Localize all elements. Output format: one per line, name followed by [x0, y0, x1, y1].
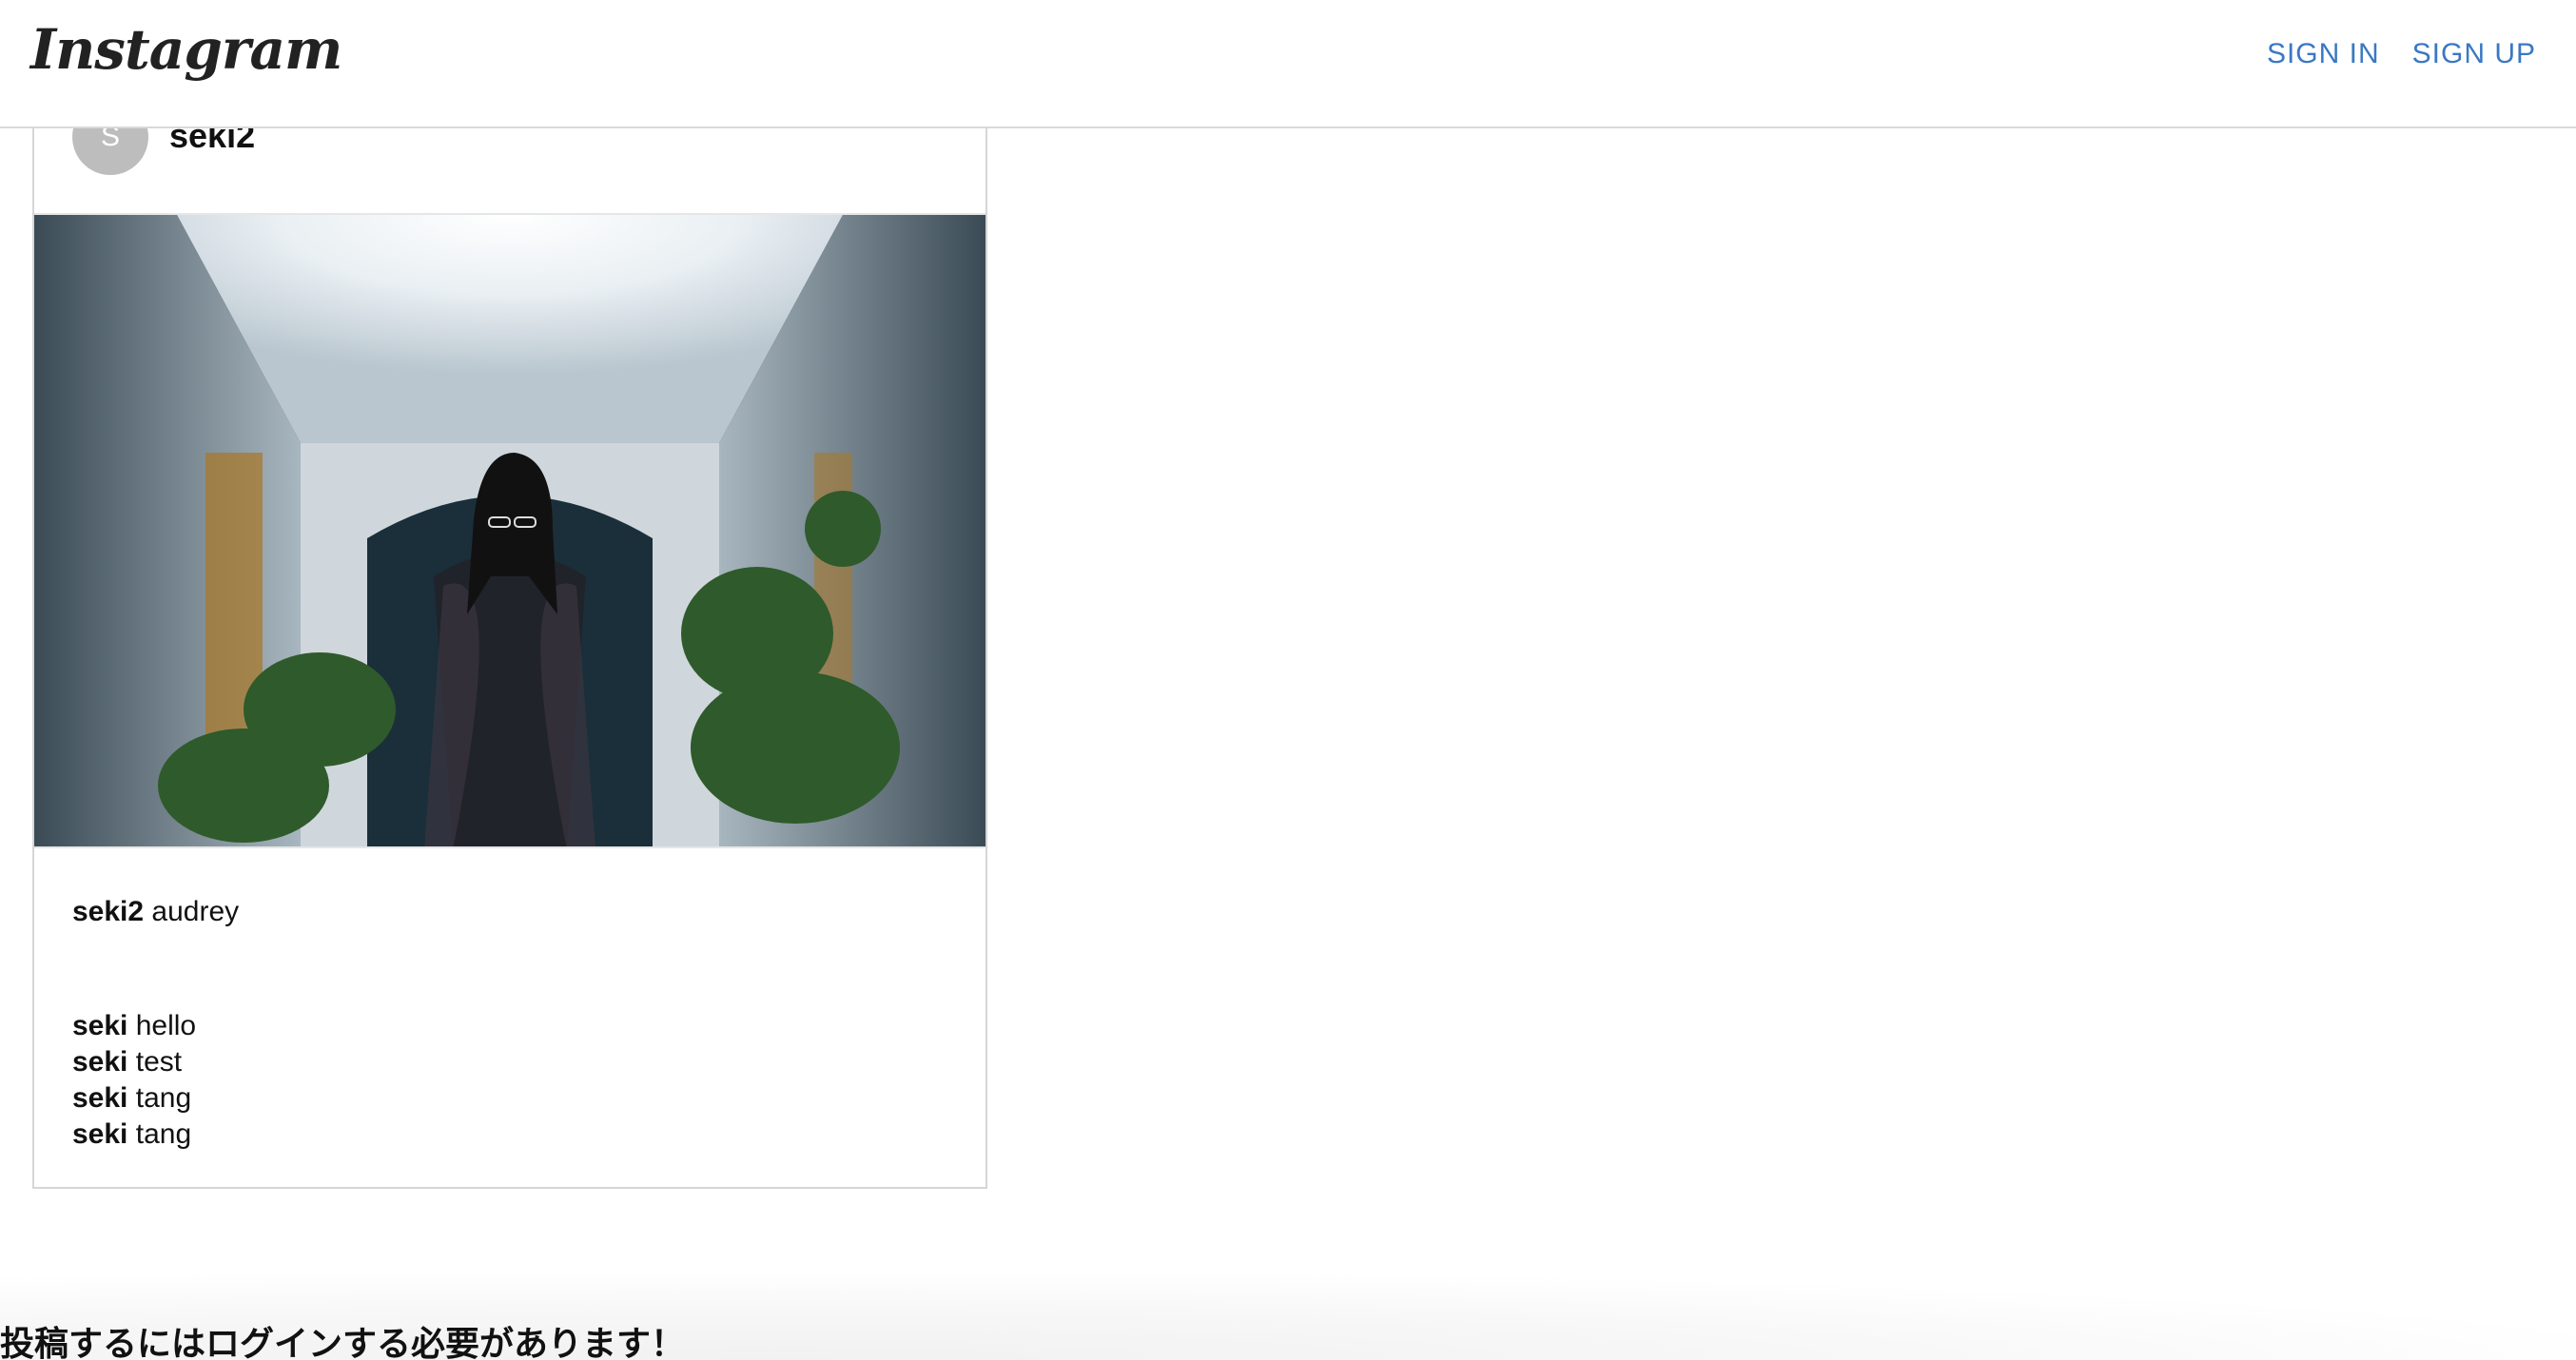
- comment-username[interactable]: seki: [72, 1046, 127, 1078]
- post-photo-illustration: [34, 215, 986, 846]
- comment: seki test: [72, 1044, 196, 1080]
- sign-in-link[interactable]: SIGN IN: [2267, 38, 2380, 70]
- login-prompt-text: 投稿するにはログインする必要があります！: [0, 1325, 686, 1360]
- caption-text: audrey: [151, 896, 240, 927]
- comment-username[interactable]: seki: [72, 1010, 127, 1041]
- comment-username[interactable]: seki: [72, 1118, 127, 1150]
- post-card: S seki2 seki2 audrey seki hello seki tes…: [32, 67, 987, 1189]
- comment: seki hello: [72, 1008, 196, 1044]
- comment-text: test: [135, 1046, 183, 1078]
- comment-text: hello: [135, 1010, 197, 1041]
- instagram-logo[interactable]: Instagram: [30, 17, 342, 82]
- post-caption: seki2 audrey: [72, 896, 239, 928]
- comment-text: tang: [135, 1082, 192, 1114]
- post-photo: [34, 213, 986, 848]
- comment: seki tang: [72, 1080, 196, 1117]
- sign-up-link[interactable]: SIGN UP: [2412, 38, 2536, 70]
- comment-username[interactable]: seki: [72, 1082, 127, 1114]
- comment: seki tang: [72, 1117, 196, 1153]
- header-nav: SIGN IN SIGN UP: [2267, 38, 2536, 70]
- comments-list: seki hello seki test seki tang seki tang: [72, 1008, 196, 1153]
- page: Instagram SIGN IN SIGN UP S seki2 seki2 …: [0, 0, 2576, 1360]
- caption-username[interactable]: seki2: [72, 896, 144, 927]
- top-nav-bar: Instagram SIGN IN SIGN UP: [0, 0, 2576, 128]
- comment-text: tang: [135, 1118, 192, 1150]
